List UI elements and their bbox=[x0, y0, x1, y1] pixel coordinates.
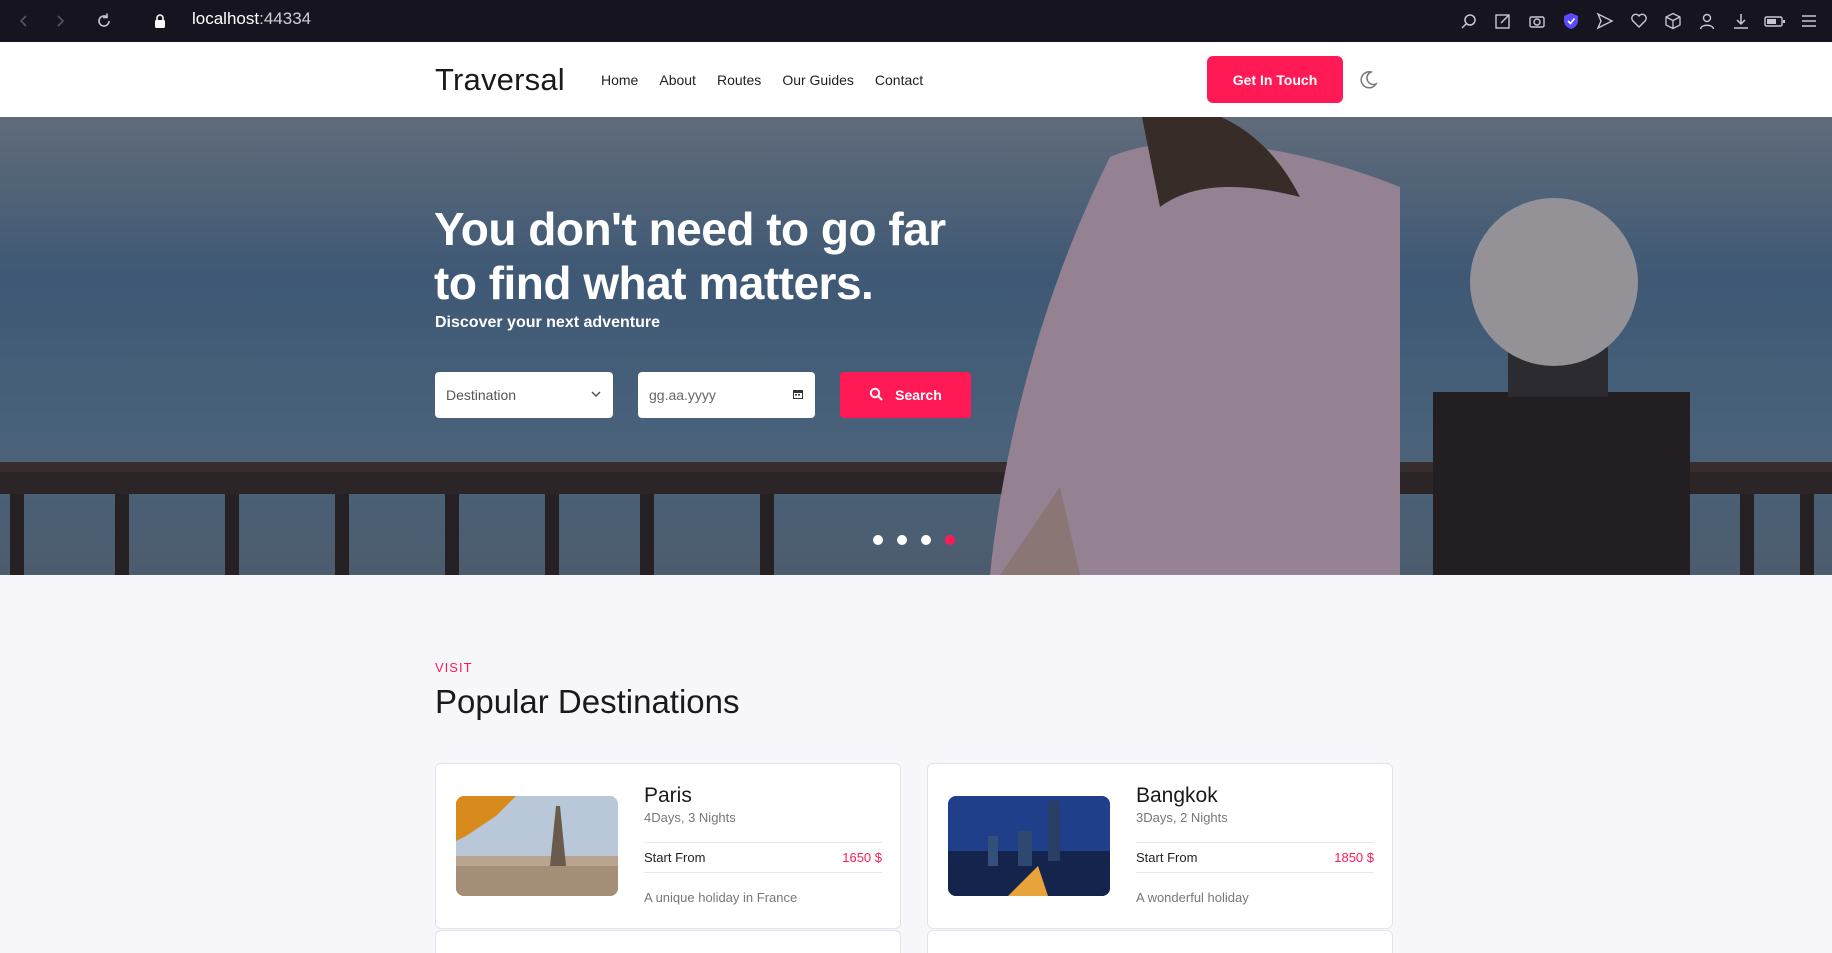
destination-name: Paris bbox=[644, 784, 692, 807]
price-row: Start From 1650 $ bbox=[644, 842, 882, 873]
destination-price: 1850 $ bbox=[1334, 850, 1374, 865]
send-icon[interactable] bbox=[1594, 10, 1616, 32]
date-placeholder: gg.aa.yyyy bbox=[649, 387, 716, 403]
reload-icon[interactable] bbox=[92, 0, 116, 42]
search-button[interactable]: Search bbox=[840, 372, 971, 418]
forward-icon[interactable] bbox=[48, 0, 72, 42]
brand-logo[interactable]: Traversal bbox=[435, 62, 565, 98]
address-bar[interactable]: localhost:44334 bbox=[192, 0, 311, 42]
back-icon[interactable] bbox=[12, 0, 36, 42]
destination-card-paris[interactable]: Paris 4Days, 3 Nights Start From 1650 $ … bbox=[435, 763, 901, 929]
destination-description: A unique holiday in France bbox=[644, 890, 798, 905]
destination-name: Bangkok bbox=[1136, 784, 1218, 807]
hero-title: You don't need to go far to find what ma… bbox=[434, 203, 946, 309]
battery-icon[interactable] bbox=[1764, 10, 1786, 32]
heart-icon[interactable] bbox=[1628, 10, 1650, 32]
carousel-dot-1[interactable] bbox=[873, 535, 883, 545]
camera-icon[interactable] bbox=[1526, 10, 1548, 32]
search-icon[interactable] bbox=[1458, 10, 1480, 32]
start-from-label: Start From bbox=[644, 850, 706, 865]
shield-icon[interactable] bbox=[1560, 10, 1582, 32]
site-header: Traversal Home About Routes Our Guides C… bbox=[0, 42, 1832, 117]
destination-price: 1650 $ bbox=[842, 850, 882, 865]
main-nav: Home About Routes Our Guides Contact bbox=[601, 42, 923, 117]
moon-icon[interactable] bbox=[1357, 69, 1379, 91]
cube-icon[interactable] bbox=[1662, 10, 1684, 32]
download-icon[interactable] bbox=[1730, 10, 1752, 32]
carousel-dot-4[interactable] bbox=[945, 535, 955, 545]
nav-routes[interactable]: Routes bbox=[717, 72, 761, 88]
user-icon[interactable] bbox=[1696, 10, 1718, 32]
carousel-dots bbox=[873, 535, 955, 545]
nav-contact[interactable]: Contact bbox=[875, 72, 923, 88]
carousel-dot-3[interactable] bbox=[921, 535, 931, 545]
section-title: Popular Destinations bbox=[435, 683, 740, 720]
price-row: Start From 1850 $ bbox=[1136, 842, 1374, 873]
hero-overlay bbox=[0, 117, 1832, 575]
edit-icon[interactable] bbox=[1492, 10, 1514, 32]
destination-card-partial[interactable] bbox=[927, 930, 1393, 953]
destination-select[interactable]: Destination bbox=[435, 372, 613, 418]
date-input[interactable]: gg.aa.yyyy bbox=[638, 372, 815, 418]
hero-section: You don't need to go far to find what ma… bbox=[0, 117, 1832, 575]
search-icon bbox=[869, 387, 883, 404]
nav-our-guides[interactable]: Our Guides bbox=[782, 72, 854, 88]
paris-thumbnail bbox=[456, 796, 618, 896]
menu-icon[interactable] bbox=[1798, 10, 1820, 32]
carousel-dot-2[interactable] bbox=[897, 535, 907, 545]
get-in-touch-button[interactable]: Get In Touch bbox=[1207, 56, 1343, 103]
destination-placeholder: Destination bbox=[446, 387, 517, 403]
lock-icon[interactable] bbox=[150, 0, 170, 42]
chevron-down-icon bbox=[590, 387, 602, 403]
destination-duration: 3Days, 2 Nights bbox=[1136, 810, 1228, 825]
url-host: localhost bbox=[192, 9, 260, 28]
destination-duration: 4Days, 3 Nights bbox=[644, 810, 736, 825]
section-eyebrow: VISIT bbox=[435, 660, 473, 675]
nav-about[interactable]: About bbox=[659, 72, 696, 88]
calendar-icon[interactable] bbox=[792, 387, 804, 403]
hero-subtitle: Discover your next adventure bbox=[435, 314, 660, 331]
destination-description: A wonderful holiday bbox=[1136, 890, 1249, 905]
destination-card-partial[interactable] bbox=[435, 930, 901, 953]
search-button-label: Search bbox=[895, 387, 942, 403]
browser-toolbar: localhost:44334 bbox=[0, 0, 1832, 42]
url-port: :44334 bbox=[259, 9, 312, 28]
start-from-label: Start From bbox=[1136, 850, 1198, 865]
destination-card-bangkok[interactable]: Bangkok 3Days, 2 Nights Start From 1850 … bbox=[927, 763, 1393, 929]
nav-home[interactable]: Home bbox=[601, 72, 638, 88]
bangkok-thumbnail bbox=[948, 796, 1110, 896]
